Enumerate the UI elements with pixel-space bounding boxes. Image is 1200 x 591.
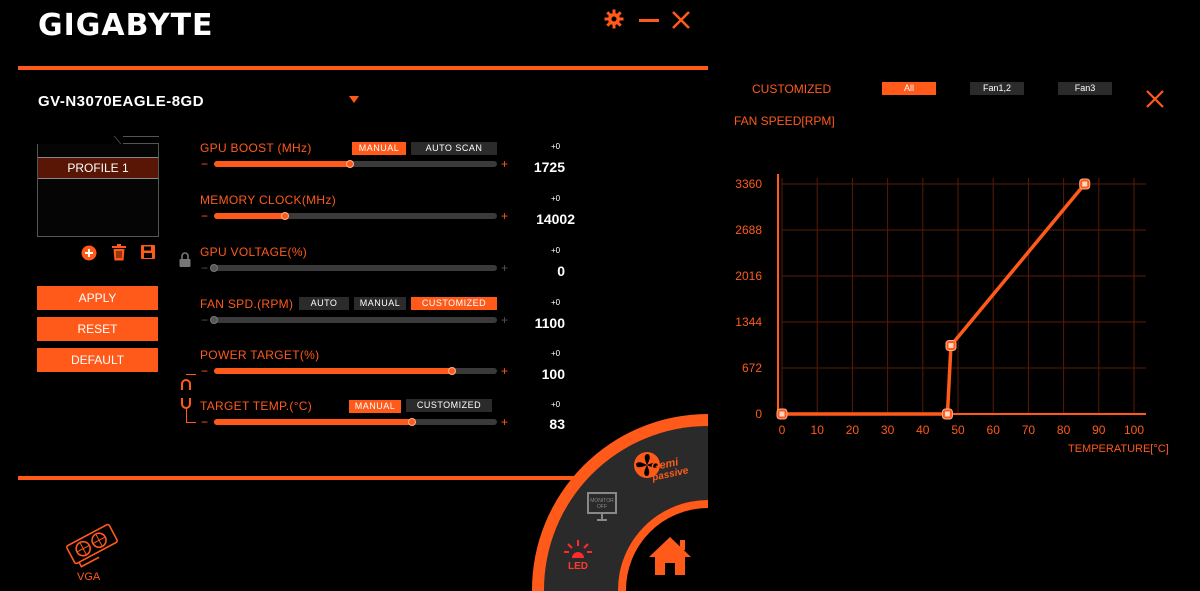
minus-icon[interactable]: − bbox=[201, 210, 208, 222]
vga-card-icon[interactable] bbox=[62, 518, 122, 575]
target-temp-customized-button[interactable]: CUSTOMIZED bbox=[406, 399, 492, 412]
home-icon[interactable] bbox=[647, 535, 693, 582]
x-tick-label: 80 bbox=[1057, 423, 1071, 437]
led-nav-label[interactable]: LED bbox=[568, 561, 588, 572]
x-tick-label: 90 bbox=[1092, 423, 1106, 437]
fan-curve-point-center bbox=[1082, 181, 1088, 187]
gpu-voltage-delta: +0 bbox=[551, 246, 561, 255]
y-tick-label: 1344 bbox=[735, 315, 762, 329]
target-temp-slider[interactable] bbox=[214, 418, 497, 426]
gpu-voltage-label: GPU VOLTAGE(%) bbox=[200, 245, 308, 259]
trash-icon[interactable] bbox=[111, 244, 127, 266]
fan-curve-line bbox=[782, 182, 1087, 416]
x-tick-label: 10 bbox=[811, 423, 825, 437]
fan-curve-point-center bbox=[944, 411, 950, 417]
y-tick-label: 3360 bbox=[735, 177, 762, 191]
gigabyte-logo: GIGABYTE bbox=[38, 8, 214, 43]
y-tick-label: 672 bbox=[742, 361, 762, 375]
target-temp-manual-button[interactable]: MANUAL bbox=[349, 400, 401, 413]
save-icon[interactable] bbox=[141, 245, 155, 264]
fan-curve-point-center bbox=[948, 343, 954, 349]
memory-clock-slider[interactable] bbox=[214, 212, 497, 220]
fan-speed-axis-title: FAN SPEED[RPM] bbox=[734, 114, 835, 128]
footer-divider bbox=[18, 476, 578, 480]
y-tick-label: 2688 bbox=[735, 223, 762, 237]
x-tick-label: 60 bbox=[987, 423, 1001, 437]
minus-icon: − bbox=[201, 261, 209, 275]
close-panel-icon[interactable] bbox=[1145, 89, 1165, 114]
tab-fan12[interactable]: Fan1,2 bbox=[970, 82, 1024, 95]
fan-panel-title: CUSTOMIZED bbox=[752, 82, 832, 96]
gpu-voltage-slider bbox=[210, 264, 497, 272]
add-profile-icon[interactable] bbox=[81, 245, 97, 266]
x-tick-label: 40 bbox=[916, 423, 930, 437]
gpu-voltage-value: 0 bbox=[557, 263, 565, 279]
y-tick-label: 2016 bbox=[735, 269, 762, 283]
target-temp-label: TARGET TEMP.(°C) bbox=[200, 399, 313, 413]
temperature-axis-title: TEMPERATURE[°C] bbox=[1068, 443, 1169, 455]
power-target-value: 100 bbox=[541, 366, 565, 382]
fan-curve-point-center bbox=[779, 411, 785, 417]
lock-icon[interactable] bbox=[179, 252, 191, 272]
fan-speed-label: FAN SPD.(RPM) bbox=[200, 297, 294, 311]
apply-button[interactable]: APPLY bbox=[37, 286, 158, 310]
fan-customized-button[interactable]: CUSTOMIZED bbox=[411, 297, 497, 310]
minus-icon: − bbox=[201, 313, 209, 327]
monitor-off-label: MONITOR OFF bbox=[590, 498, 614, 510]
gpu-boost-manual-button[interactable]: MANUAL bbox=[352, 142, 406, 155]
minus-icon[interactable]: − bbox=[201, 365, 208, 377]
monitor-off-icon[interactable] bbox=[585, 490, 619, 531]
chevron-down-icon[interactable] bbox=[349, 96, 359, 103]
gpu-boost-delta: +0 bbox=[551, 142, 561, 151]
x-tick-label: 30 bbox=[881, 423, 895, 437]
power-target-slider[interactable] bbox=[214, 367, 497, 375]
gear-icon[interactable] bbox=[604, 9, 624, 33]
memory-clock-label: MEMORY CLOCK(MHz) bbox=[200, 193, 336, 207]
fan-manual-button[interactable]: MANUAL bbox=[354, 297, 406, 310]
y-tick-label: 0 bbox=[755, 407, 762, 421]
profile-list: PROFILE 1 bbox=[37, 143, 159, 237]
power-target-label: POWER TARGET(%) bbox=[200, 348, 320, 362]
x-tick-label: 20 bbox=[846, 423, 860, 437]
tab-fan3[interactable]: Fan3 bbox=[1058, 82, 1112, 95]
power-target-delta: +0 bbox=[551, 349, 561, 358]
gpu-boost-auto-scan-button[interactable]: AUTO SCAN bbox=[411, 142, 497, 155]
minus-icon[interactable]: − bbox=[201, 416, 208, 428]
minimize-icon[interactable] bbox=[639, 19, 659, 22]
gpu-boost-label: GPU BOOST (MHz) bbox=[200, 141, 312, 155]
fan-speed-slider bbox=[210, 316, 497, 324]
memory-clock-value: 14002 bbox=[536, 211, 575, 227]
x-tick-label: 70 bbox=[1022, 423, 1036, 437]
profile-item[interactable]: PROFILE 1 bbox=[38, 157, 158, 179]
x-tick-label: 0 bbox=[779, 423, 786, 437]
x-tick-label: 50 bbox=[951, 423, 965, 437]
fan-speed-value: 1100 bbox=[534, 315, 565, 331]
plus-icon[interactable]: + bbox=[501, 210, 508, 222]
reset-button[interactable]: RESET bbox=[37, 317, 158, 341]
tab-all[interactable]: All bbox=[882, 82, 936, 95]
minus-icon[interactable]: − bbox=[201, 158, 208, 170]
gpu-boost-slider[interactable] bbox=[214, 160, 497, 168]
fan-curve-chart[interactable]: 0 10 20 30 40 50 60 70 80 90 100 0 672 1344 2016 2688 33… bbox=[708, 140, 1178, 440]
gpu-model-select[interactable]: GV-N3070EAGLE-8GD bbox=[38, 93, 204, 110]
vga-nav-label[interactable]: VGA bbox=[77, 571, 100, 583]
close-icon[interactable] bbox=[671, 10, 691, 35]
gpu-boost-value: 1725 bbox=[533, 159, 565, 175]
fan-auto-button[interactable]: AUTO bbox=[299, 297, 349, 310]
x-tick-label: 100 bbox=[1124, 423, 1144, 437]
memory-clock-delta: +0 bbox=[551, 194, 561, 203]
header-divider bbox=[18, 66, 708, 70]
fan-speed-delta: +0 bbox=[551, 298, 561, 307]
default-button[interactable]: DEFAULT bbox=[37, 348, 158, 372]
